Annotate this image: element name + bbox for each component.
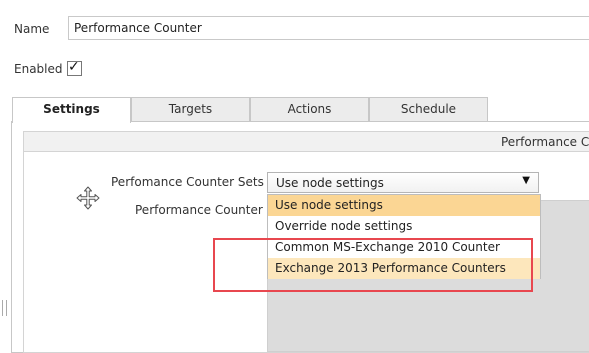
performance-counter-label: Performance Counter: [135, 203, 263, 217]
counter-sets-label: Perfomance Counter Sets: [111, 175, 264, 189]
resize-handle[interactable]: [2, 300, 7, 316]
tab-targets[interactable]: Targets: [131, 97, 250, 121]
annotation-highlight-box: [213, 238, 533, 292]
enabled-label: Enabled: [14, 62, 63, 76]
tab-actions[interactable]: Actions: [250, 97, 369, 121]
tab-schedule[interactable]: Schedule: [369, 97, 488, 121]
chevron-down-icon[interactable]: ▼: [522, 175, 530, 186]
enabled-checkbox[interactable]: ✓: [67, 59, 82, 76]
tab-settings[interactable]: Settings: [12, 97, 131, 123]
name-input[interactable]: [68, 16, 589, 40]
select-value: Use node settings: [276, 176, 384, 190]
move-icon[interactable]: [76, 186, 100, 210]
inner-panel-title: Performance Co: [501, 135, 589, 149]
option-use-node-settings[interactable]: Use node settings: [268, 195, 540, 216]
option-override-node-settings[interactable]: Override node settings: [268, 216, 540, 237]
name-label: Name: [14, 22, 50, 36]
counter-sets-select[interactable]: Use node settings ▼: [267, 172, 539, 193]
checkmark-icon: ✓: [68, 59, 80, 75]
